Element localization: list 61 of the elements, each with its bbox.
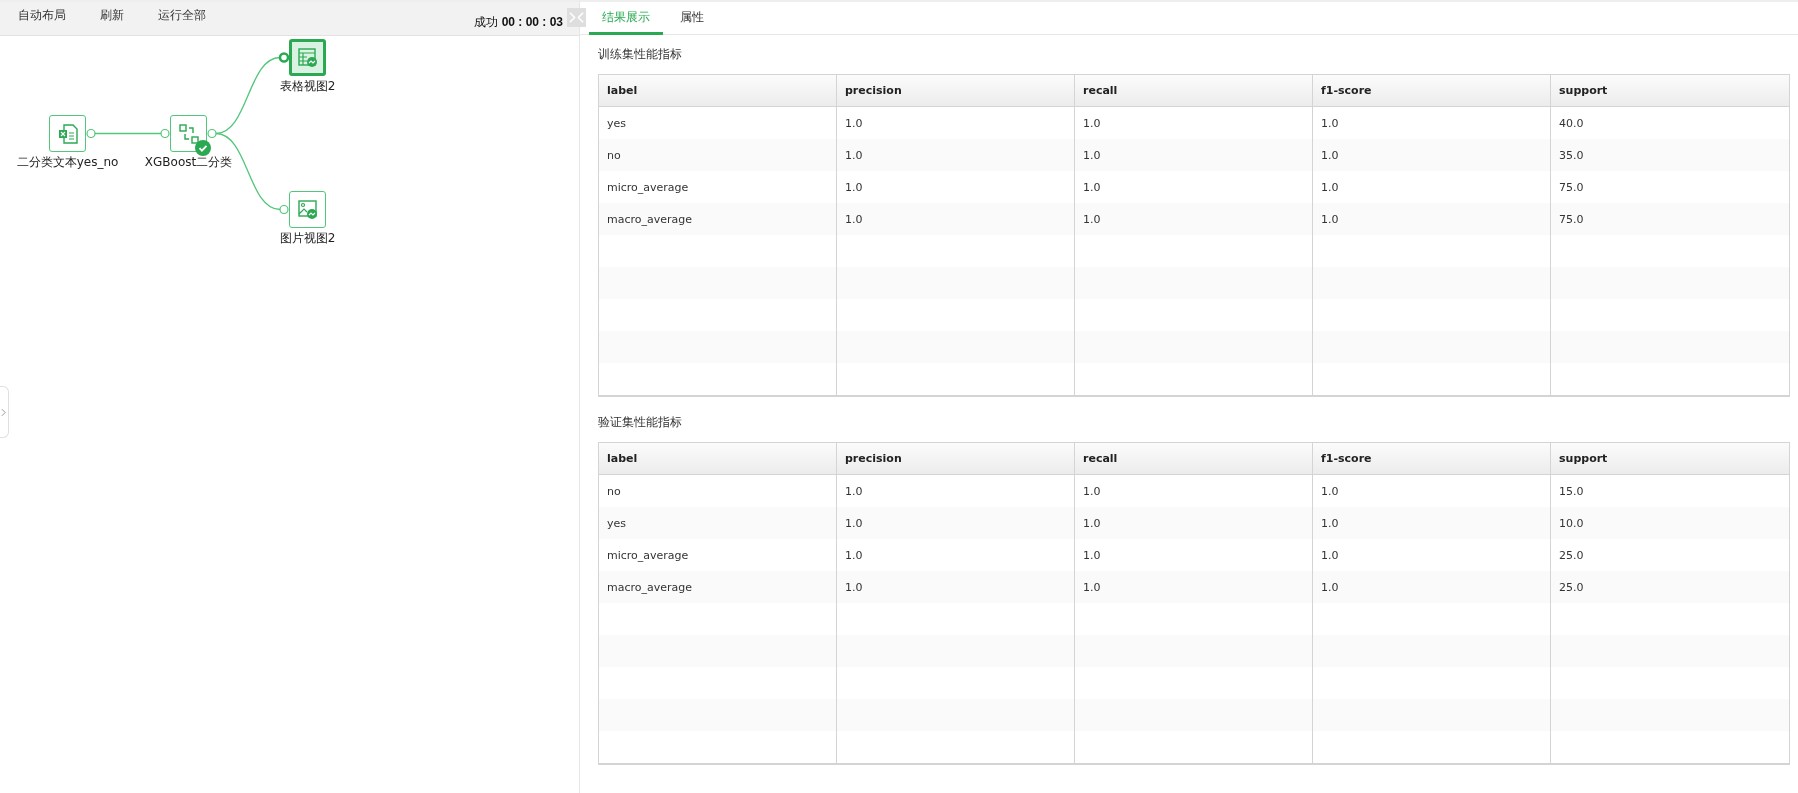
table-cell-text: 40.0 xyxy=(1558,115,1585,132)
table-cell: no xyxy=(599,139,837,171)
node-label: 二分类文本yes_no xyxy=(16,154,119,171)
table-cell: 1.0 xyxy=(1075,507,1313,539)
section-title: 训练集性能指标 xyxy=(598,46,683,63)
input-port[interactable] xyxy=(160,128,170,139)
collapse-panel-icon[interactable] xyxy=(567,8,586,27)
table-cell: 1.0 xyxy=(1075,571,1313,603)
node-label: 表格视图2 xyxy=(279,78,336,95)
column-header: f1-score xyxy=(1313,75,1551,106)
table-cell: 1.0 xyxy=(837,571,1075,603)
workflow-node[interactable] xyxy=(170,115,207,152)
workflow-node[interactable] xyxy=(289,191,326,228)
output-port[interactable] xyxy=(207,128,217,139)
run-status: 成功 00 : 00 : 03 xyxy=(473,14,563,31)
column-header: f1-score xyxy=(1313,443,1551,474)
connection-line xyxy=(94,132,162,135)
table-cell: 1.0 xyxy=(1313,507,1551,539)
sidebar-expander[interactable] xyxy=(0,386,9,438)
node-label: XGBoost二分类 xyxy=(144,154,233,171)
column-header: precision xyxy=(837,443,1075,474)
section-title: 验证集性能指标 xyxy=(598,414,683,431)
column-header: label xyxy=(599,75,837,106)
table-cell-text: 15.0 xyxy=(1558,483,1585,500)
table-cell-text: 10.0 xyxy=(1558,515,1585,532)
table-cell: 1.0 xyxy=(1075,203,1313,235)
table-cell: 1.0 xyxy=(837,139,1075,171)
table-cell-text: 35.0 xyxy=(1558,147,1585,164)
column-header: recall xyxy=(1075,75,1313,106)
column-header: recall xyxy=(1075,443,1313,474)
table-cell: 1.0 xyxy=(1313,571,1551,603)
column-header: support xyxy=(1558,451,1609,467)
column-header: precision xyxy=(837,75,1075,106)
input-port[interactable] xyxy=(278,52,290,63)
toolbar-button[interactable]: 自动布局 xyxy=(6,0,78,31)
chevron-right-icon xyxy=(0,407,6,417)
table-cell: yes xyxy=(599,507,837,539)
table-cell-text: 25.0 xyxy=(1558,579,1585,596)
table-chart-icon xyxy=(295,45,320,70)
table-cell: 1.0 xyxy=(837,203,1075,235)
table-cell: macro_average xyxy=(599,571,837,603)
toolbar-button[interactable]: 运行全部 xyxy=(146,0,218,31)
table-cell: 1.0 xyxy=(837,507,1075,539)
table-cell: 1.0 xyxy=(1313,139,1551,171)
table-cell: macro_average xyxy=(599,203,837,235)
table-cell-text: 25.0 xyxy=(1558,547,1585,564)
column-header: label xyxy=(599,443,837,474)
column-header: support xyxy=(1558,83,1609,99)
table-cell-text: 75.0 xyxy=(1558,179,1585,196)
output-port[interactable] xyxy=(86,128,96,139)
node-label: 图片视图2 xyxy=(279,230,336,247)
table-cell-text: 75.0 xyxy=(1558,211,1585,228)
table-cell: 1.0 xyxy=(1075,139,1313,171)
workflow-node[interactable] xyxy=(289,39,326,76)
table-cell: 1.0 xyxy=(1313,203,1551,235)
toolbar-button[interactable]: 刷新 xyxy=(88,0,136,31)
flowchart-icon xyxy=(176,121,201,146)
tab[interactable]: 属性 xyxy=(667,2,717,35)
workflow-node[interactable] xyxy=(49,115,86,152)
image-chart-icon xyxy=(295,197,320,222)
input-port[interactable] xyxy=(279,204,289,215)
